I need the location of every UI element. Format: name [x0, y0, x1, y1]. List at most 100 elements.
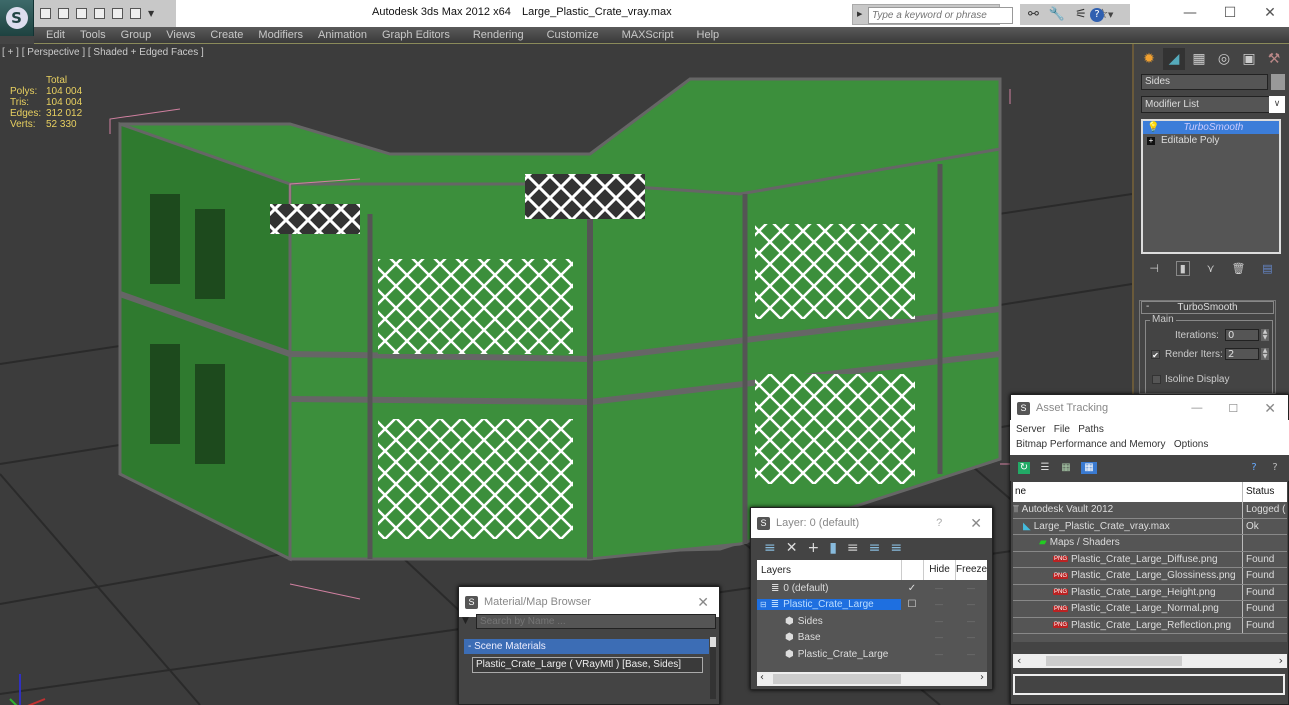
material-browser-titlebar[interactable]: S Material/Map Browser ✕ — [459, 587, 719, 617]
column-freeze[interactable]: Freeze — [955, 560, 987, 580]
communication-icon[interactable]: ⚟ — [1075, 7, 1087, 22]
thumbnail-view-icon[interactable]: ▦ — [1060, 462, 1072, 474]
column-layers[interactable]: Layers — [757, 565, 901, 576]
menu-edit[interactable]: Edit — [46, 29, 65, 41]
collapse-icon[interactable]: ⊟ — [760, 600, 767, 609]
help-icon[interactable]: ? — [1269, 462, 1281, 474]
render-iters-spinner[interactable]: 2 — [1225, 348, 1259, 360]
column-hide[interactable]: Hide — [923, 560, 955, 580]
asset-row[interactable]: PNG Plastic_Crate_Large_Diffuse.png Found — [1013, 551, 1287, 568]
menu-create[interactable]: Create — [210, 29, 243, 41]
asset-row[interactable]: ▰ Maps / Shaders — [1013, 535, 1287, 552]
modifier-list-dropdown[interactable]: Modifier List — [1141, 96, 1270, 113]
maximize-icon[interactable]: ☐ — [1228, 402, 1238, 415]
undo-icon[interactable] — [112, 8, 123, 19]
menu-server[interactable]: Server — [1016, 424, 1045, 435]
menu-group[interactable]: Group — [121, 29, 152, 41]
help-icon[interactable]: ? — [936, 517, 942, 529]
scroll-right-icon[interactable]: › — [1279, 654, 1283, 667]
scene-materials-group[interactable]: - Scene Materials — [464, 639, 709, 654]
layer-row[interactable]: ⬢ Base — — — [757, 630, 987, 647]
project-icon[interactable] — [94, 8, 105, 19]
show-end-result-icon[interactable]: ▮ — [1175, 260, 1190, 276]
help-button[interactable]: ? ▼ — [1090, 4, 1130, 25]
select-objects-icon[interactable]: ▮ — [829, 540, 837, 556]
binoculars-icon[interactable]: ⚯ — [1028, 7, 1039, 22]
menu-graph-editors[interactable]: Graph Editors — [382, 29, 450, 41]
search-input[interactable] — [868, 7, 1013, 24]
new-scene-icon[interactable] — [76, 8, 87, 19]
freeze-toggle[interactable]: — — [955, 633, 987, 642]
minimize-icon[interactable]: — — [1191, 402, 1202, 414]
menu-modifiers[interactable]: Modifiers — [258, 29, 303, 41]
hide-toggle[interactable]: — — [923, 650, 955, 659]
redo-icon[interactable] — [130, 8, 141, 19]
menu-help[interactable]: Help — [697, 29, 720, 41]
asset-row[interactable]: PNG Plastic_Crate_Large_Height.png Found — [1013, 584, 1287, 601]
freeze-toggle[interactable]: — — [955, 584, 987, 593]
minimize-button[interactable]: — — [1175, 3, 1205, 23]
maximize-button[interactable]: ☐ — [1215, 3, 1245, 23]
open-icon[interactable] — [40, 8, 51, 19]
stack-item-turbosmooth[interactable]: 💡 TurboSmooth — [1143, 121, 1279, 134]
customize-dropdown-icon[interactable]: ▼ — [148, 9, 154, 18]
column-name[interactable]: ne — [1013, 482, 1243, 502]
close-icon[interactable]: ✕ — [1264, 400, 1276, 417]
make-unique-icon[interactable]: ⋎ — [1207, 262, 1215, 275]
select-layer-icon[interactable]: ≡ — [847, 540, 859, 556]
delete-layer-icon[interactable]: ✕ — [786, 540, 798, 556]
layer-row[interactable]: ⬢ Plastic_Crate_Large — — — [757, 646, 987, 663]
isoline-display-checkbox[interactable] — [1152, 375, 1161, 384]
asset-row[interactable]: ◣ Large_Plastic_Crate_vray.max Ok — [1013, 518, 1287, 535]
remove-modifier-icon[interactable]: 🗑 — [1231, 262, 1245, 275]
subscription-icon[interactable]: 🔧 — [1049, 7, 1065, 22]
hide-toggle[interactable]: — — [923, 617, 955, 626]
layer-row[interactable]: ≣ 0 (default) ✓ — — — [757, 580, 987, 597]
close-icon[interactable]: ✕ — [697, 594, 709, 611]
utilities-tab-icon[interactable]: ⚒ — [1263, 48, 1285, 70]
current-layer-check[interactable]: ☐ — [901, 599, 923, 610]
create-layer-icon[interactable]: ≡ — [764, 540, 776, 556]
iterations-spinner[interactable]: 0 — [1225, 329, 1259, 341]
modify-tab-icon[interactable]: ◢ — [1163, 48, 1185, 70]
menu-options[interactable]: Options — [1174, 439, 1208, 450]
menu-views[interactable]: Views — [166, 29, 195, 41]
save-icon[interactable] — [58, 8, 69, 19]
scrollbar-thumb[interactable] — [710, 637, 716, 647]
expand-arrow-icon[interactable]: ▶ — [857, 10, 862, 18]
hide-toggle[interactable]: — — [923, 600, 955, 609]
list-view-icon[interactable]: ☰ — [1039, 462, 1051, 474]
pin-stack-icon[interactable]: ⊣ — [1149, 262, 1159, 275]
table-view-icon[interactable]: ▦ — [1081, 462, 1097, 474]
hide-toggle[interactable]: — — [923, 633, 955, 642]
render-iters-spin-arrows[interactable]: ▲ ▼ — [1261, 348, 1269, 360]
expand-plus-icon[interactable]: + — [1147, 136, 1155, 145]
layer-window-titlebar[interactable]: S Layer: 0 (default)? ✕ — [751, 508, 992, 538]
add-to-layer-icon[interactable]: + — [807, 540, 819, 556]
scroll-left-icon[interactable]: ‹ — [760, 672, 764, 683]
menu-customize[interactable]: Customize — [547, 29, 599, 41]
menu-bitmap-performance[interactable]: Bitmap Performance and Memory — [1016, 439, 1166, 450]
refresh-icon[interactable]: ↻ — [1018, 462, 1030, 474]
asset-tracking-titlebar[interactable]: S Asset Tracking — ☐ ✕ — [1011, 395, 1288, 421]
viewport-label[interactable]: [ + ] [ Perspective ] [ Shaded + Edged F… — [2, 47, 204, 58]
freeze-toggle[interactable]: — — [955, 650, 987, 659]
application-menu-button[interactable]: S — [0, 0, 34, 36]
close-icon[interactable]: ✕ — [970, 515, 982, 532]
asset-row[interactable]: ⫪ Autodesk Vault 2012 Logged ( — [1013, 502, 1287, 519]
column-status[interactable]: Status — [1243, 482, 1287, 502]
asset-row[interactable]: PNG Plastic_Crate_Large_Reflection.png Fou… — [1013, 617, 1287, 634]
hide-all-layers-icon[interactable]: ≡ — [869, 540, 881, 556]
asset-path-field[interactable] — [1013, 674, 1285, 695]
layer-row[interactable]: ⬢ Sides — — — [757, 613, 987, 630]
vault-help-icon[interactable]: ? — [1248, 462, 1260, 474]
object-name-field[interactable]: Sides — [1141, 74, 1268, 90]
bulb-icon[interactable]: 💡 — [1147, 122, 1159, 133]
menu-paths[interactable]: Paths — [1078, 424, 1104, 435]
menu-animation[interactable]: Animation — [318, 29, 367, 41]
freeze-toggle[interactable]: — — [955, 600, 987, 609]
menu-rendering[interactable]: Rendering — [473, 29, 524, 41]
scrollbar-thumb[interactable] — [1046, 656, 1182, 666]
create-tab-icon[interactable]: ✹ — [1138, 48, 1160, 70]
display-tab-icon[interactable]: ▣ — [1238, 48, 1260, 70]
